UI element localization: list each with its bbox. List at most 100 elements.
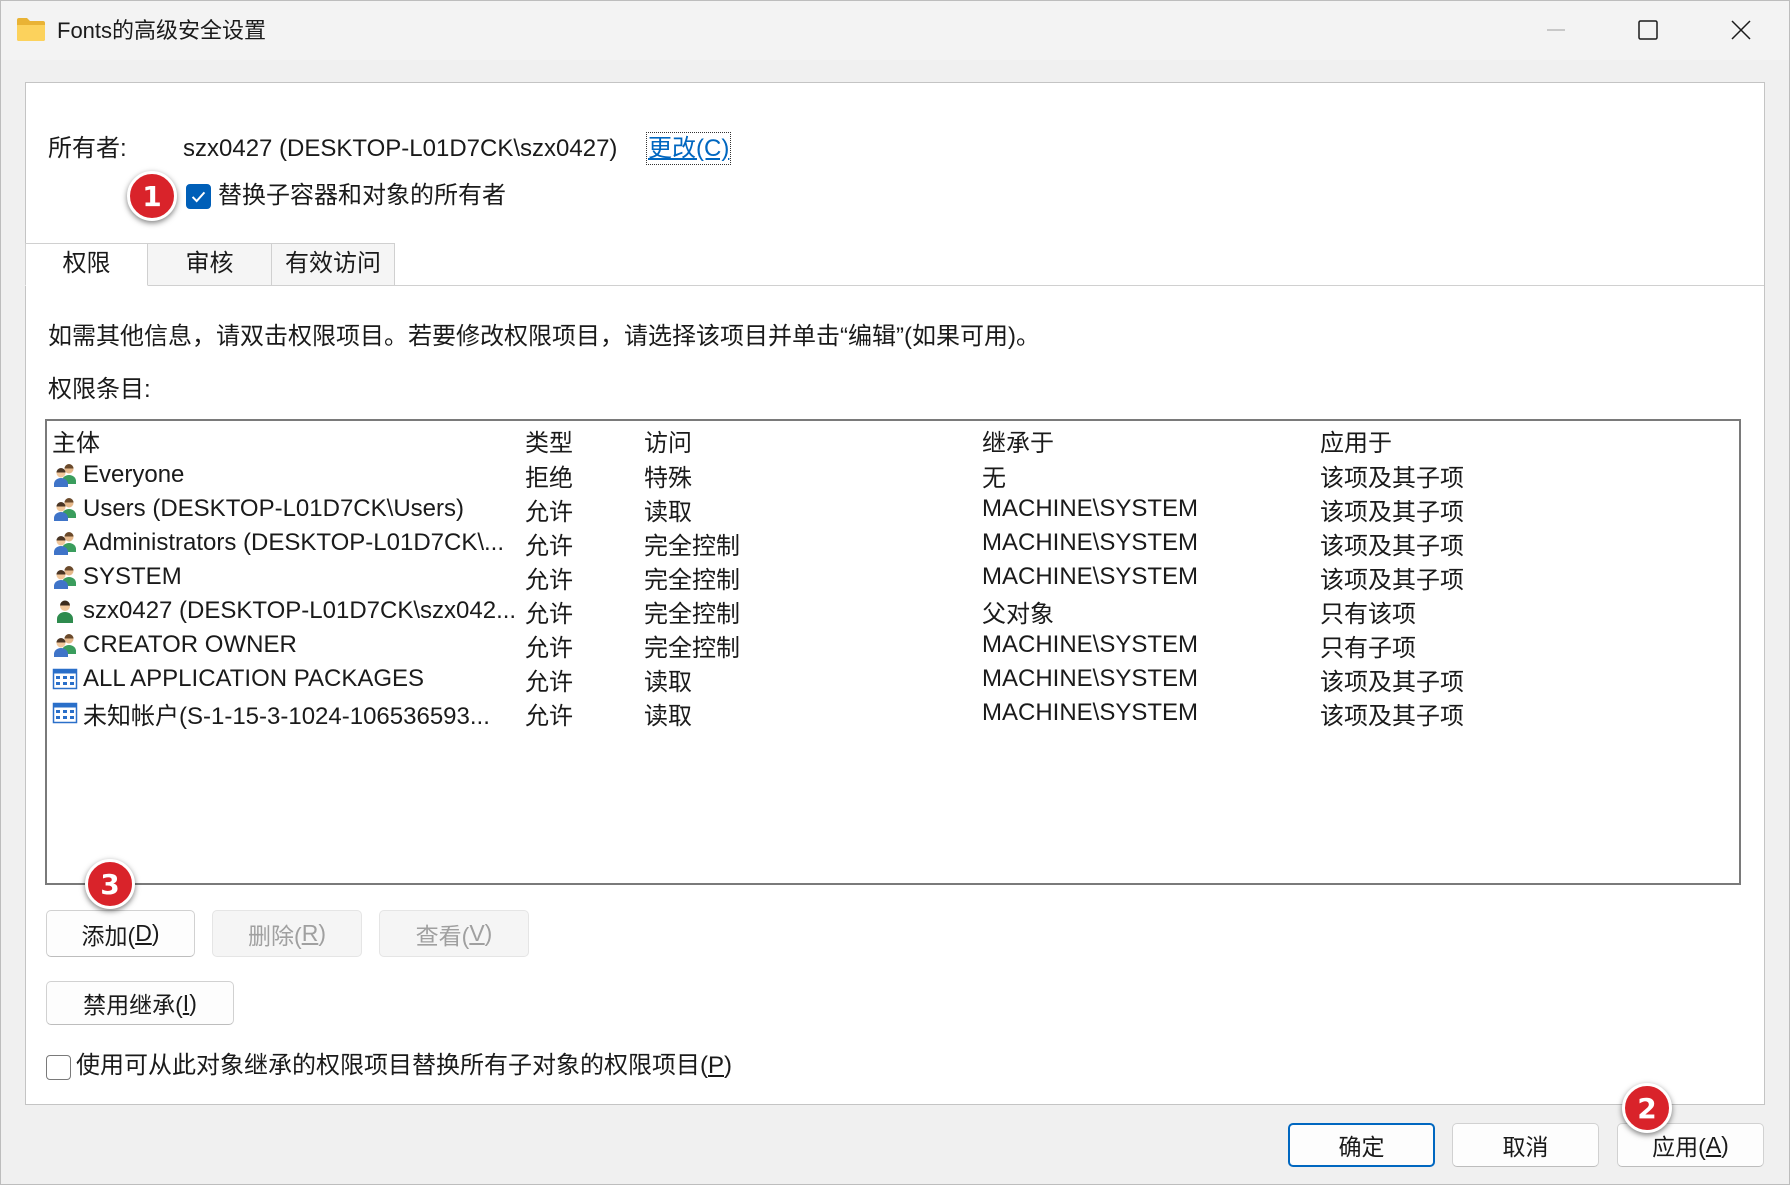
- permission-entry-row[interactable]: Everyone 拒绝 特殊 无 该项及其子项: [47, 458, 1739, 492]
- step-badge-1: 1: [127, 171, 177, 221]
- principal-name: szx0427 (DESKTOP-L01D7CK\szx042...: [83, 597, 517, 624]
- access-cell: 读取: [644, 668, 692, 696]
- inherited-from-cell: MACHINE\SYSTEM: [982, 563, 1199, 590]
- inherited-from-cell: MACHINE\SYSTEM: [982, 699, 1199, 726]
- permission-entry-row[interactable]: SYSTEM 允许 完全控制 MACHINE\SYSTEM 该项及其子项: [47, 560, 1739, 594]
- type-cell: 允许: [525, 532, 573, 560]
- group-icon: [52, 564, 78, 590]
- access-cell: 特殊: [644, 464, 692, 492]
- permission-entry-row[interactable]: Administrators (DESKTOP-L01D7CK\... 允许 完全控…: [47, 526, 1739, 560]
- add-entry-button[interactable]: 添加(D): [46, 910, 195, 957]
- inherited-from-cell: MACHINE\SYSTEM: [982, 665, 1199, 692]
- settings-panel: 所有者: szx0427 (DESKTOP-L01D7CK\szx0427) 更…: [25, 82, 1765, 1105]
- principal-cell: 未知帐户(S-1-15-3-1024-106536593...: [52, 696, 525, 731]
- tab-effective-access[interactable]: 有效访问: [271, 243, 395, 286]
- principal-cell: Administrators (DESKTOP-L01D7CK\...: [52, 529, 525, 557]
- access-cell: 完全控制: [644, 566, 740, 594]
- type-cell: 允许: [525, 566, 573, 594]
- applies-to-cell: 该项及其子项: [1320, 566, 1464, 594]
- applies-to-cell: 只有该项: [1320, 600, 1416, 628]
- column-header-applies-to[interactable]: 应用于: [1320, 423, 1739, 458]
- inherited-from-cell: 无: [982, 464, 1006, 492]
- replace-child-permissions-label[interactable]: 使用可从此对象继承的权限项目替换所有子对象的权限项目(P): [76, 1049, 732, 1083]
- column-header-principal[interactable]: 主体: [52, 423, 525, 458]
- disable-inheritance-button[interactable]: 禁用继承(I): [46, 981, 234, 1025]
- permission-entry-row[interactable]: szx0427 (DESKTOP-L01D7CK\szx042... 允许 完全控制…: [47, 594, 1739, 628]
- tab-strip-divider: [26, 285, 1764, 286]
- list-header: 主体 类型 访问 继承于 应用于: [47, 423, 1739, 457]
- type-cell: 允许: [525, 498, 573, 526]
- inherited-from-cell: 父对象: [982, 600, 1054, 628]
- change-owner-link[interactable]: 更改(C): [646, 132, 732, 165]
- applies-to-cell: 该项及其子项: [1320, 668, 1464, 696]
- group-icon: [52, 632, 78, 658]
- tab-permissions[interactable]: 权限: [25, 243, 148, 286]
- column-header-inherited-from[interactable]: 继承于: [982, 423, 1320, 458]
- permission-entries-label: 权限条目:: [48, 376, 151, 403]
- permissions-info-text: 如需其他信息，请双击权限项目。若要修改权限项目，请选择该项目并单击“编辑”(如果…: [48, 323, 1040, 350]
- permission-entry-row[interactable]: CREATOR OWNER 允许 完全控制 MACHINE\SYSTEM 只有子项: [47, 628, 1739, 662]
- principal-name: CREATOR OWNER: [83, 631, 297, 658]
- folder-icon: [16, 16, 46, 42]
- principal-name: ALL APPLICATION PACKAGES: [83, 665, 425, 692]
- inherited-from-cell: MACHINE\SYSTEM: [982, 631, 1199, 658]
- permission-rows: Everyone 拒绝 特殊无该项及其子项 Users (DESKTOP-L01D7C…: [47, 458, 1739, 730]
- permission-entry-row[interactable]: ALL APPLICATION PACKAGES 允许 读取 MACHINE\SYST…: [47, 662, 1739, 696]
- ok-button[interactable]: 确定: [1288, 1123, 1435, 1167]
- principal-cell: CREATOR OWNER: [52, 631, 525, 659]
- replace-owner-checkbox[interactable]: [186, 184, 211, 209]
- close-button[interactable]: [1716, 10, 1766, 50]
- principal-cell: szx0427 (DESKTOP-L01D7CK\szx042...: [52, 597, 525, 625]
- step-badge-3: 3: [85, 859, 135, 909]
- window-title: Fonts的高级安全设置: [57, 18, 267, 43]
- permission-entries-list[interactable]: 主体 类型 访问 继承于 应用于 Everyone 拒绝 特殊无该项及其子项 User…: [45, 419, 1741, 885]
- type-cell: 允许: [525, 600, 573, 628]
- access-cell: 读取: [644, 498, 692, 526]
- permission-entry-row[interactable]: Users (DESKTOP-L01D7CK\Users) 允许 读取 MACHINE…: [47, 492, 1739, 526]
- column-header-access[interactable]: 访问: [644, 423, 982, 458]
- principal-name: Administrators (DESKTOP-L01D7CK\...: [83, 529, 505, 556]
- maximize-button[interactable]: [1623, 10, 1673, 50]
- access-cell: 完全控制: [644, 634, 740, 662]
- inherited-from-cell: MACHINE\SYSTEM: [982, 495, 1199, 522]
- principal-cell: SYSTEM: [52, 563, 525, 591]
- minimize-button[interactable]: [1531, 10, 1581, 50]
- type-cell: 允许: [525, 702, 573, 730]
- inherited-from-cell: MACHINE\SYSTEM: [982, 529, 1199, 556]
- column-header-type[interactable]: 类型: [525, 423, 644, 458]
- principal-name: Users (DESKTOP-L01D7CK\Users): [83, 495, 464, 522]
- type-cell: 拒绝: [525, 464, 573, 492]
- principal-cell: Everyone: [52, 461, 525, 489]
- principal-cell: Users (DESKTOP-L01D7CK\Users): [52, 495, 525, 523]
- principal-name: 未知帐户(S-1-15-3-1024-106536593...: [83, 702, 490, 730]
- principal-name: SYSTEM: [83, 563, 182, 590]
- checkmark-icon: [191, 191, 206, 203]
- applies-to-cell: 该项及其子项: [1320, 702, 1464, 730]
- advanced-security-settings-window: Fonts的高级安全设置 所有者: szx0427 (DESKTOP-L01D7…: [0, 0, 1790, 1185]
- view-entry-button[interactable]: 查看(V): [379, 910, 529, 957]
- group-icon: [52, 496, 78, 522]
- owner-label: 所有者:: [48, 135, 127, 162]
- cancel-button[interactable]: 取消: [1452, 1123, 1599, 1167]
- access-cell: 完全控制: [644, 532, 740, 560]
- applies-to-cell: 该项及其子项: [1320, 464, 1464, 492]
- replace-owner-checkbox-label[interactable]: 替换子容器和对象的所有者: [218, 179, 506, 213]
- permission-entry-row[interactable]: 未知帐户(S-1-15-3-1024-106536593... 允许 读取 MACHI…: [47, 696, 1739, 730]
- maximize-icon: [1638, 20, 1658, 40]
- remove-entry-button[interactable]: 删除(R): [212, 910, 362, 957]
- applies-to-cell: 只有子项: [1320, 634, 1416, 662]
- tab-auditing[interactable]: 审核: [147, 243, 272, 286]
- app-package-icon: [52, 666, 78, 692]
- owner-value: szx0427 (DESKTOP-L01D7CK\szx0427): [183, 135, 618, 162]
- access-cell: 读取: [644, 702, 692, 730]
- step-badge-2: 2: [1622, 1083, 1672, 1133]
- group-icon: [52, 462, 78, 488]
- user-icon: [52, 598, 78, 624]
- replace-child-permissions-checkbox[interactable]: [46, 1055, 71, 1080]
- app-package-icon: [52, 700, 78, 726]
- title-bar[interactable]: Fonts的高级安全设置: [1, 1, 1789, 60]
- principal-cell: ALL APPLICATION PACKAGES: [52, 665, 525, 693]
- principal-name: Everyone: [83, 461, 185, 488]
- applies-to-cell: 该项及其子项: [1320, 532, 1464, 560]
- type-cell: 允许: [525, 634, 573, 662]
